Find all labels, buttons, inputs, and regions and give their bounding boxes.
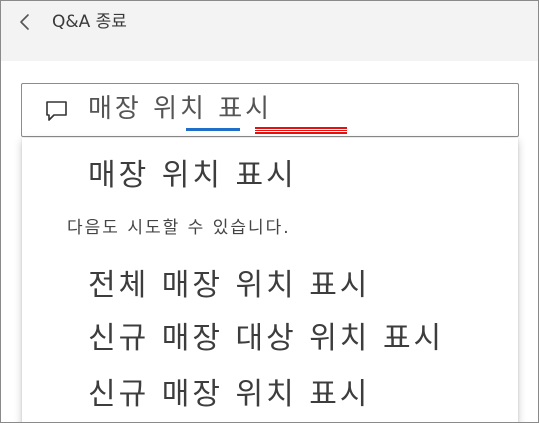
unrecognized-term-underline	[255, 127, 347, 134]
alternative-suggestion-item[interactable]: 신규 매장 위치 표시	[88, 376, 370, 414]
header-bar: Q&A 종료	[1, 1, 538, 45]
also-try-label: 다음도 시도할 수 있습니다.	[67, 218, 291, 238]
chevron-left-icon	[20, 14, 29, 30]
suggestions-dropdown: 매장 위치 표시 다음도 시도할 수 있습니다. 전체 매장 위치 표시 신규 …	[22, 138, 518, 422]
suggestion-item[interactable]: 매장 위치 표시	[88, 157, 297, 195]
qna-content: 매장 위치 표시 매장 위치 표시 다음도 시도할 수 있습니다. 전체 매장 …	[1, 61, 538, 422]
recognized-term-underline	[186, 128, 240, 131]
qna-window: Q&A 종료 매장 위치 표시 매장 위치 표시 다음도 시도할 수 있습니다.…	[0, 0, 539, 423]
alternative-suggestion-item[interactable]: 신규 매장 대상 위치 표시	[88, 320, 444, 358]
back-button[interactable]	[15, 11, 37, 33]
chat-bubble-icon	[46, 101, 67, 121]
search-query-text[interactable]: 매장 위치 표시	[88, 92, 272, 126]
alternative-suggestion-item[interactable]: 전체 매장 위치 표시	[88, 267, 370, 305]
qna-search-input[interactable]: 매장 위치 표시	[21, 83, 519, 137]
exit-qna-title[interactable]: Q&A 종료	[52, 11, 127, 33]
